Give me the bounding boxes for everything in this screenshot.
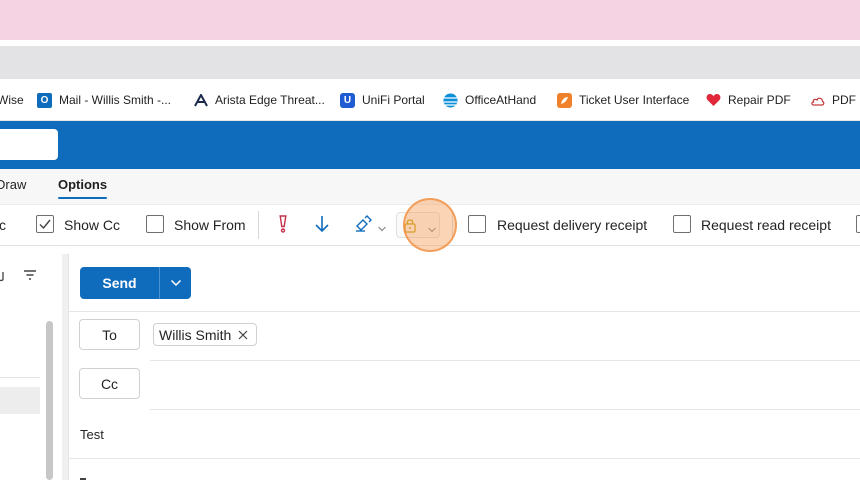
request-delivery-receipt-checkbox[interactable] — [468, 215, 486, 233]
bookmark-label: Arista Edge Threat... — [215, 93, 325, 107]
bookmark-label: Wise — [0, 93, 24, 107]
tab-draw[interactable]: Draw — [0, 177, 26, 195]
click-highlight — [403, 198, 457, 252]
ribbon-divider — [258, 211, 259, 239]
send-split-divider — [159, 267, 160, 299]
unifi-icon: U — [340, 92, 355, 108]
tab-options[interactable]: Options — [58, 177, 107, 195]
recipient-name: Willis Smith — [159, 326, 232, 343]
cc-button[interactable]: Cc — [79, 368, 140, 399]
chevron-down-icon[interactable] — [377, 220, 387, 232]
chevron-down-icon — [170, 279, 181, 287]
scrollbar-thumb[interactable] — [46, 321, 53, 480]
heart-icon — [706, 93, 721, 108]
bookmark-label: UniFi Portal — [362, 93, 425, 107]
subject-underline — [68, 458, 860, 459]
bookmark-pdf[interactable]: PDF C — [810, 80, 860, 120]
to-button[interactable]: To — [79, 319, 140, 350]
show-from-checkbox[interactable] — [146, 215, 164, 233]
message-list-pane — [0, 254, 63, 480]
cloud-icon — [810, 93, 825, 108]
kangaroo-icon — [557, 92, 572, 108]
bookmarks-bar: Wise O Mail - Willis Smith -... Arista E… — [0, 80, 860, 121]
cc-field-underline — [150, 409, 860, 410]
remove-recipient-icon[interactable] — [238, 330, 248, 340]
bookmark-officeathand[interactable]: OfficeAtHand — [443, 80, 536, 120]
show-from-label[interactable]: Show From — [174, 217, 246, 233]
active-tab-indicator — [58, 197, 107, 199]
request-read-receipt-checkbox[interactable] — [673, 215, 691, 233]
high-importance-icon[interactable] — [275, 214, 291, 234]
send-options-button[interactable] — [160, 267, 191, 299]
bookmark-arista[interactable]: Arista Edge Threat... — [193, 80, 325, 120]
list-divider — [0, 377, 40, 378]
bookmark-repair-pdf[interactable]: Repair PDF — [706, 80, 791, 120]
bookmark-label: Ticket User Interface — [579, 93, 690, 107]
bookmark-wise[interactable]: Wise — [0, 80, 24, 120]
bookmark-label: OfficeAtHand — [465, 93, 537, 107]
search-input[interactable] — [0, 129, 58, 160]
browser-title-bar — [0, 0, 860, 40]
browser-address-bar — [0, 46, 860, 79]
recipient-chip[interactable]: Willis Smith — [153, 323, 258, 346]
bookmark-label: PDF C — [832, 93, 860, 107]
bookmark-label: Repair PDF — [728, 93, 791, 107]
to-field-underline — [150, 360, 860, 361]
list-item-selected[interactable] — [0, 387, 40, 414]
subject-field[interactable]: Test — [80, 427, 104, 442]
low-importance-icon[interactable] — [313, 214, 331, 234]
message-body[interactable] — [80, 474, 88, 480]
compose-divider — [68, 311, 860, 312]
arista-icon — [193, 93, 208, 108]
sensitivity-icon[interactable] — [353, 214, 375, 234]
checkmark-icon — [39, 219, 51, 230]
outlook-icon: O — [37, 92, 52, 108]
request-delivery-receipt-label[interactable]: Request delivery receipt — [497, 217, 647, 233]
outlook-header — [0, 121, 860, 169]
show-bcc-label-fragment[interactable]: c — [0, 217, 6, 233]
bookmark-ticket[interactable]: Ticket User Interface — [557, 80, 689, 120]
att-globe-icon — [443, 93, 458, 108]
bookmark-label: Mail - Willis Smith -... — [59, 93, 171, 107]
show-cc-label[interactable]: Show Cc — [64, 217, 120, 233]
request-read-receipt-label[interactable]: Request read receipt — [701, 217, 831, 233]
bookmark-mail[interactable]: O Mail - Willis Smith -... — [37, 80, 171, 120]
ribbon-next-checkbox[interactable] — [856, 215, 860, 233]
show-cc-checkbox[interactable] — [36, 215, 54, 233]
send-button[interactable]: Send — [80, 267, 159, 299]
bookmark-unifi[interactable]: U UniFi Portal — [340, 80, 425, 120]
filter-partial-icon[interactable] — [0, 267, 7, 283]
sort-filter-icon[interactable] — [22, 268, 38, 282]
